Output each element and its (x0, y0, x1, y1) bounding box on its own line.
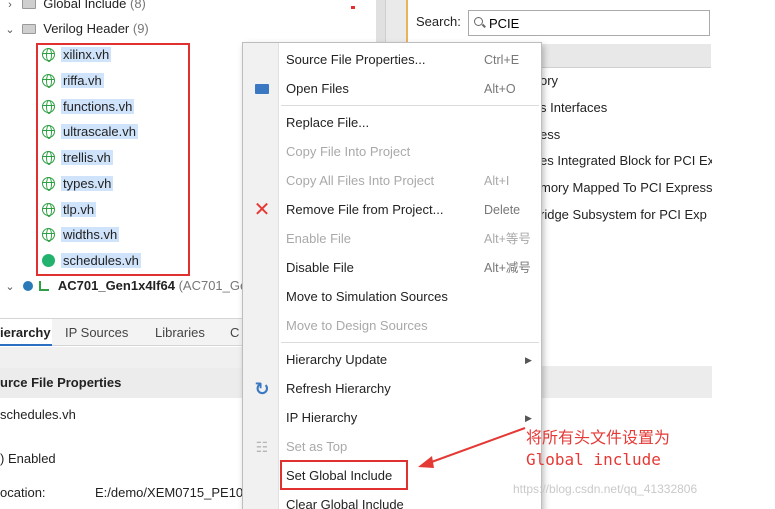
result-row[interactable]: ory (540, 68, 712, 94)
menu-item-copy-all-files-into-project: Copy All Files Into Project Alt+I (279, 167, 541, 195)
chevron-right-icon[interactable]: › (4, 0, 16, 17)
enabled-checkbox[interactable]: ) Enabled (0, 451, 56, 466)
result-row[interactable]: ridge Subsystem for PCI Exp (540, 202, 712, 228)
chevron-down-icon[interactable]: ⌄ (4, 275, 16, 299)
menu-item-label: Copy All Files Into Project (286, 173, 435, 188)
menu-item-label: Set as Top (286, 439, 348, 454)
menu-item-label: Remove File from Project... (286, 202, 444, 217)
menu-item-label: Hierarchy Update (286, 352, 388, 367)
tab-ip-sources[interactable]: IP Sources (65, 319, 128, 346)
red-x-icon: ✕ (253, 199, 271, 221)
result-row[interactable]: ess (540, 122, 712, 148)
result-row[interactable]: mory Mapped To PCI Express (540, 175, 712, 201)
tree-node-global-include[interactable]: › Global Include (8) (4, 0, 146, 16)
menu-item-hierarchy-update[interactable]: Hierarchy Update ▶ (279, 346, 541, 374)
tab-compile-order[interactable]: C (230, 319, 239, 346)
menu-item-shortcut: Ctrl+E (484, 53, 520, 67)
refresh-icon: ↻ (254, 379, 270, 399)
annotation-highlight-box (36, 43, 190, 276)
properties-file-name: schedules.vh (0, 407, 76, 422)
menu-item-disable-file[interactable]: Disable File Alt+减号 (279, 254, 541, 282)
menu-item-label: Refresh Hierarchy (286, 381, 391, 396)
menu-item-source-file-properties[interactable]: Source File Properties... Ctrl+E (279, 46, 541, 74)
hierarchy-icon (39, 281, 50, 291)
tree-node-top-module[interactable]: ⌄ AC701_Gen1x4If64 (AC701_Ge (4, 274, 247, 298)
menu-item-label: Open Files (286, 81, 349, 96)
search-icon (474, 17, 483, 26)
menu-item-refresh-hierarchy[interactable]: Refresh Hierarchy (279, 375, 541, 403)
menu-item-label: Move to Design Sources (286, 318, 428, 333)
menu-item-remove-file-from-project[interactable]: Remove File from Project... Delete (279, 196, 541, 224)
tree-node-label: AC701_Gen1x4If64 (57, 278, 175, 293)
red-mark (351, 6, 355, 9)
menu-item-label: Move to Simulation Sources (286, 289, 448, 304)
menu-item-label: Enable File (286, 231, 352, 246)
result-row[interactable]: es Integrated Block for PCI Ex (540, 148, 712, 174)
tab-libraries[interactable]: Libraries (155, 319, 205, 346)
menu-item-label: Clear Global Include (286, 497, 404, 509)
right-gray-band (542, 366, 712, 398)
menu-item-replace-file[interactable]: Replace File... (279, 109, 541, 137)
folder-open-icon (253, 75, 271, 103)
location-value: E:/demo/XEM0715_PE10 (95, 485, 244, 500)
menu-item-open-files[interactable]: Open Files Alt+O (279, 75, 541, 103)
menu-item-shortcut: Alt+等号 (484, 232, 531, 246)
tree-node-count: (9) (132, 21, 149, 36)
annotation-highlight-box (280, 460, 408, 490)
submenu-arrow-icon: ▶ (525, 355, 532, 365)
menu-item-move-to-simulation-sources[interactable]: Move to Simulation Sources (279, 283, 541, 311)
menu-item-move-to-design-sources: Move to Design Sources (279, 312, 541, 340)
search-label: Search: (416, 14, 461, 29)
properties-header: urce File Properties (0, 368, 260, 398)
menu-item-shortcut: Alt+O (484, 82, 516, 96)
menu-item-enable-file: Enable File Alt+等号 (279, 225, 541, 253)
panel-gap (0, 347, 260, 368)
module-dot-icon (22, 281, 33, 291)
vivado-sources-window: › Global Include (8) ⌄ Verilog Header (9… (0, 0, 775, 509)
folder-icon (21, 0, 36, 9)
menu-item-shortcut: Alt+I (484, 174, 510, 188)
folder-icon (21, 24, 36, 34)
watermark: https://blog.csdn.net/qq_41332806 (513, 482, 698, 496)
annotation-text-line2: Global include (526, 450, 661, 469)
menu-item-shortcut: Alt+减号 (484, 261, 531, 275)
annotation-text-line1: 将所有头文件设置为 (526, 428, 671, 447)
tab-hierarchy[interactable]: ierarchy (0, 319, 52, 346)
tree-node-label: Global Include (43, 0, 127, 11)
chevron-down-icon[interactable]: ⌄ (4, 18, 16, 42)
location-label: ocation: (0, 485, 46, 500)
result-row[interactable]: s Interfaces (540, 95, 712, 121)
menu-separator (281, 105, 539, 106)
menu-item-clear-global-include[interactable]: Clear Global Include (279, 491, 541, 509)
menu-item-shortcut: Delete (484, 203, 521, 217)
hierarchy-icon: ☷ (255, 439, 269, 455)
menu-separator (281, 342, 539, 343)
menu-item-label: Source File Properties... (286, 52, 426, 67)
menu-item-label: IP Hierarchy (286, 410, 358, 425)
menu-item-copy-file-into-project: Copy File Into Project (279, 138, 541, 166)
menu-item-label: Disable File (286, 260, 354, 275)
sources-tab-bar: ierarchy IP Sources Libraries C (0, 318, 260, 346)
search-input[interactable] (468, 10, 710, 36)
menu-item-label: Copy File Into Project (286, 144, 411, 159)
menu-item-label: Replace File... (286, 115, 370, 130)
tree-node-label: Verilog Header (43, 21, 130, 36)
annotation-arrow (418, 427, 526, 468)
tree-node-count: (8) (130, 0, 146, 11)
tree-node-suffix: (AC701_Ge (178, 278, 248, 293)
tree-node-verilog-header[interactable]: ⌄ Verilog Header (9) (4, 17, 149, 42)
